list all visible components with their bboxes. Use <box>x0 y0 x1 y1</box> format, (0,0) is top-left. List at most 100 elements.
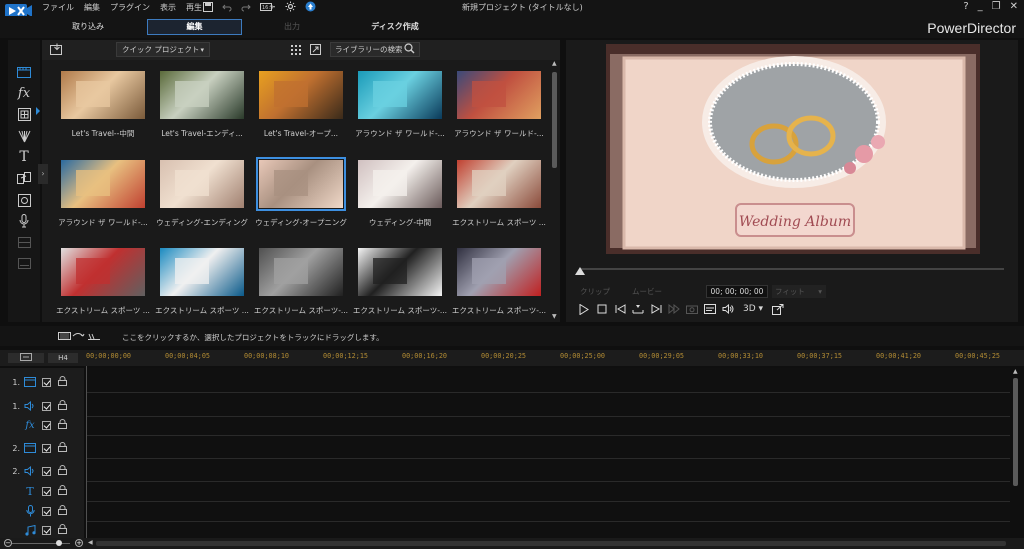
redo-icon[interactable] <box>241 2 251 12</box>
fit-timeline-button[interactable] <box>8 353 44 363</box>
previous-frame-icon[interactable] <box>614 302 626 316</box>
minimize-button[interactable]: _ <box>978 1 983 12</box>
stop-icon[interactable] <box>596 302 608 316</box>
settings-gear-icon[interactable] <box>285 1 296 12</box>
lock-icon[interactable] <box>58 485 67 497</box>
scroll-left-arrow-icon[interactable]: ◀ <box>88 539 93 546</box>
library-thumbnail[interactable] <box>358 248 442 296</box>
fast-forward-icon[interactable] <box>668 302 680 316</box>
library-thumbnail[interactable] <box>160 248 244 296</box>
menu-playback[interactable]: 再生 <box>186 2 202 13</box>
scroll-up-arrow-icon[interactable]: ▲ <box>552 60 557 67</box>
split-marker-icon[interactable] <box>632 302 644 316</box>
menu-view[interactable]: 表示 <box>160 2 176 13</box>
lock-icon[interactable] <box>58 419 67 431</box>
library-thumbnail[interactable] <box>160 71 244 119</box>
chapter-room-icon[interactable] <box>16 234 32 250</box>
subtitle-toggle-icon[interactable] <box>704 302 716 316</box>
audio-mixing-icon[interactable] <box>16 192 32 208</box>
search-icon[interactable] <box>404 43 415 56</box>
preview-timecode[interactable]: 00; 00; 00; 00 <box>706 285 768 298</box>
lock-icon[interactable] <box>58 465 67 477</box>
transition-room-icon[interactable] <box>16 170 32 186</box>
voiceover-microphone-icon[interactable] <box>16 213 32 229</box>
library-thumbnail[interactable] <box>259 71 343 119</box>
help-button[interactable]: ? <box>963 1 968 12</box>
preview-scrub-track[interactable] <box>580 268 1004 270</box>
library-thumbnail[interactable] <box>259 248 343 296</box>
restore-button[interactable]: ❐ <box>992 1 1001 12</box>
library-thumbnail[interactable] <box>358 160 442 208</box>
timeline-ruler[interactable]: H4 00;00;00;00 00;00;04;05 00;00;08;10 00;0… <box>0 350 1024 366</box>
menu-plugins[interactable]: プラグイン <box>110 2 150 13</box>
lock-icon[interactable] <box>58 505 67 517</box>
library-scrollbar[interactable]: ▲ ▼ <box>551 60 559 320</box>
tab-edit[interactable]: 編集 <box>147 19 242 35</box>
tab-capture[interactable]: 取り込み <box>58 19 118 35</box>
pip-room-icon[interactable] <box>16 106 32 122</box>
library-category-dropdown[interactable]: クイック プロジェクト ▾ <box>116 42 210 57</box>
collapse-panel-chevron-icon[interactable]: › <box>38 164 48 184</box>
library-thumbnail[interactable] <box>61 160 145 208</box>
track-enable-checkbox[interactable] <box>42 377 51 387</box>
timeline-zoom-knob[interactable] <box>56 540 62 546</box>
library-thumbnail[interactable] <box>256 157 346 211</box>
fx-room-icon[interactable]: fx <box>16 85 32 101</box>
lock-icon[interactable] <box>58 400 67 412</box>
timeline-vertical-scroll-thumb[interactable] <box>1013 378 1018 486</box>
library-thumbnail[interactable] <box>61 71 145 119</box>
timeline-horizontal-scrollbar[interactable] <box>96 541 1006 546</box>
library-thumbnail[interactable] <box>160 160 244 208</box>
undock-preview-icon[interactable] <box>772 302 784 316</box>
menu-edit[interactable]: 編集 <box>84 2 100 13</box>
library-thumbnail[interactable] <box>358 71 442 119</box>
title-room-icon[interactable]: T <box>16 149 32 165</box>
tab-output[interactable]: 出力 <box>262 19 322 35</box>
preview-screen[interactable]: Wedding Album <box>606 44 980 254</box>
zoom-in-icon[interactable]: + <box>75 539 83 547</box>
save-icon[interactable] <box>203 1 213 12</box>
library-thumbnail[interactable] <box>457 71 541 119</box>
lock-icon[interactable] <box>58 524 67 536</box>
close-button[interactable]: ✕ <box>1010 1 1018 12</box>
subtitle-room-icon[interactable] <box>16 255 32 271</box>
library-thumbnail[interactable] <box>457 248 541 296</box>
library-thumbnail[interactable] <box>457 160 541 208</box>
particle-room-icon[interactable] <box>16 128 32 144</box>
preview-zoom-dropdown[interactable]: フィット ▾ <box>772 285 826 298</box>
menu-file[interactable]: ファイル <box>42 2 74 13</box>
scroll-up-arrow-icon[interactable]: ▲ <box>1013 368 1018 375</box>
aspect-ratio-icon[interactable]: 16:9 <box>260 2 276 12</box>
movie-mode-button[interactable]: ムービー <box>632 285 662 299</box>
lock-icon[interactable] <box>58 442 67 454</box>
expand-library-icon[interactable] <box>310 44 321 57</box>
timeline-playhead[interactable] <box>86 366 87 538</box>
storyboard-view-icon[interactable] <box>58 331 102 343</box>
timeline-track-area[interactable] <box>86 368 1010 541</box>
library-scroll-thumb[interactable] <box>552 72 557 168</box>
lock-icon[interactable] <box>58 376 67 388</box>
track-height-button[interactable]: H4 <box>48 353 78 363</box>
media-room-icon[interactable] <box>16 64 32 80</box>
track-enable-checkbox[interactable] <box>42 466 51 476</box>
snapshot-camera-icon[interactable] <box>686 302 698 316</box>
upgrade-icon[interactable] <box>305 1 316 12</box>
track-enable-checkbox[interactable] <box>42 486 51 496</box>
library-thumbnail[interactable] <box>61 248 145 296</box>
track-enable-checkbox[interactable] <box>42 525 51 535</box>
scroll-down-arrow-icon[interactable]: ▼ <box>552 313 557 320</box>
next-frame-icon[interactable] <box>650 302 662 316</box>
grid-view-icon[interactable] <box>291 45 301 57</box>
3d-mode-dropdown[interactable]: 3D ▾ <box>740 302 766 316</box>
clip-mode-button[interactable]: クリップ <box>580 285 610 299</box>
play-icon[interactable] <box>578 302 590 316</box>
undo-icon[interactable] <box>222 2 232 12</box>
track-enable-checkbox[interactable] <box>42 420 51 430</box>
tab-disc-creation[interactable]: ディスク作成 <box>360 19 430 35</box>
track-enable-checkbox[interactable] <box>42 443 51 453</box>
track-enable-checkbox[interactable] <box>42 401 51 411</box>
timeline-vertical-scrollbar[interactable]: ▲ <box>1012 368 1020 538</box>
preview-scrub-head[interactable] <box>575 267 585 275</box>
track-enable-checkbox[interactable] <box>42 506 51 516</box>
import-media-icon[interactable] <box>50 43 63 57</box>
